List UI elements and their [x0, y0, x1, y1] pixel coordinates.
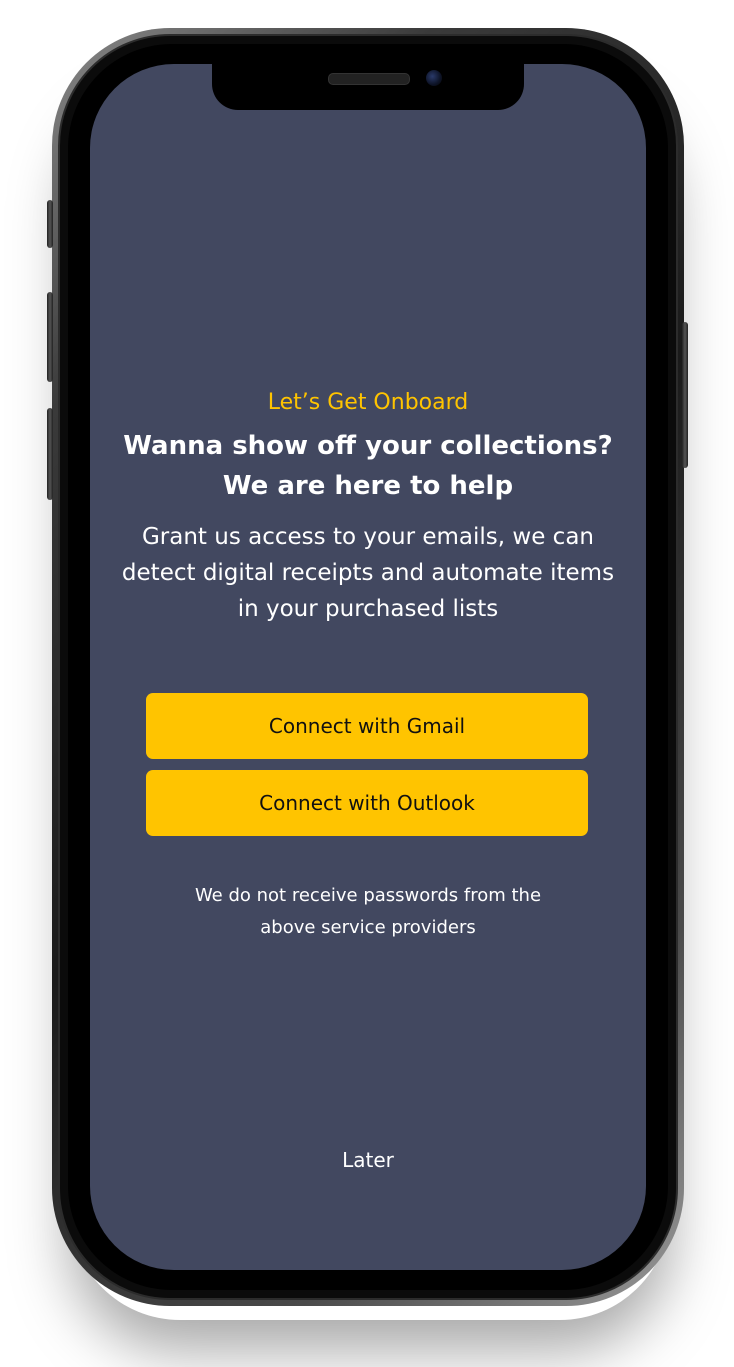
headline-line: Wanna show off your collections?: [123, 431, 613, 461]
privacy-note: We do not receive passwords from the abo…: [150, 880, 586, 944]
note-line: We do not receive passwords from the: [194, 885, 542, 906]
volume-up-button: [47, 292, 53, 382]
connect-outlook-button[interactable]: Connect with Outlook: [146, 770, 588, 836]
description-line: Grant us access to your emails, we can: [141, 524, 594, 550]
onboarding-description: Grant us access to your emails, we can d…: [108, 519, 628, 627]
description-line: detect digital receipts and automate ite…: [121, 560, 615, 586]
connect-gmail-label: Connect with Gmail: [268, 714, 466, 738]
onboarding-headline: Wanna show off your collections? We are …: [90, 426, 646, 506]
power-button: [682, 322, 688, 468]
description-line: in your purchased lists: [237, 596, 499, 622]
note-line: above service providers: [260, 917, 476, 938]
headline-line: We are here to help: [222, 471, 514, 501]
onboarding-content: Let’s Get Onboard Wanna show off your co…: [90, 64, 646, 1270]
device-mockup: Let’s Get Onboard Wanna show off your co…: [0, 0, 734, 1367]
connect-gmail-button[interactable]: Connect with Gmail: [146, 693, 588, 759]
later-button[interactable]: Later: [90, 1148, 646, 1172]
connect-outlook-label: Connect with Outlook: [259, 791, 475, 815]
onboarding-eyebrow: Let’s Get Onboard: [267, 390, 469, 415]
volume-down-button: [47, 408, 53, 500]
mute-switch: [47, 200, 53, 248]
